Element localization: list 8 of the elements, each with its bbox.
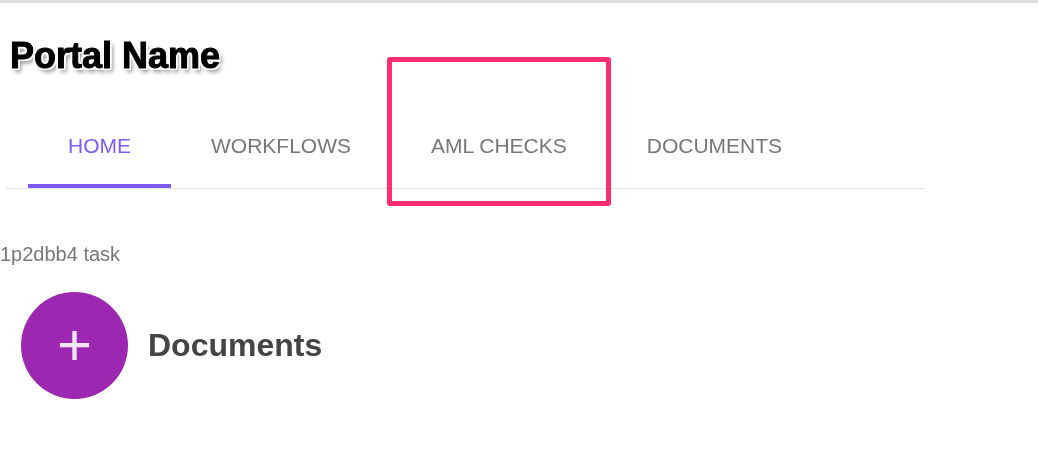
tab[interactable]: DOCUMENTS	[606, 118, 823, 188]
portal-title: Portal Name	[10, 38, 221, 74]
task-label: 1p2dbb4 task	[0, 241, 122, 267]
tab[interactable]: AML CHECKS	[391, 118, 607, 188]
tab[interactable]: HOME	[28, 118, 171, 188]
action-label: Documents	[148, 326, 323, 365]
add-button[interactable]: +	[21, 291, 128, 399]
tab[interactable]: WORKFLOWS	[171, 118, 391, 188]
